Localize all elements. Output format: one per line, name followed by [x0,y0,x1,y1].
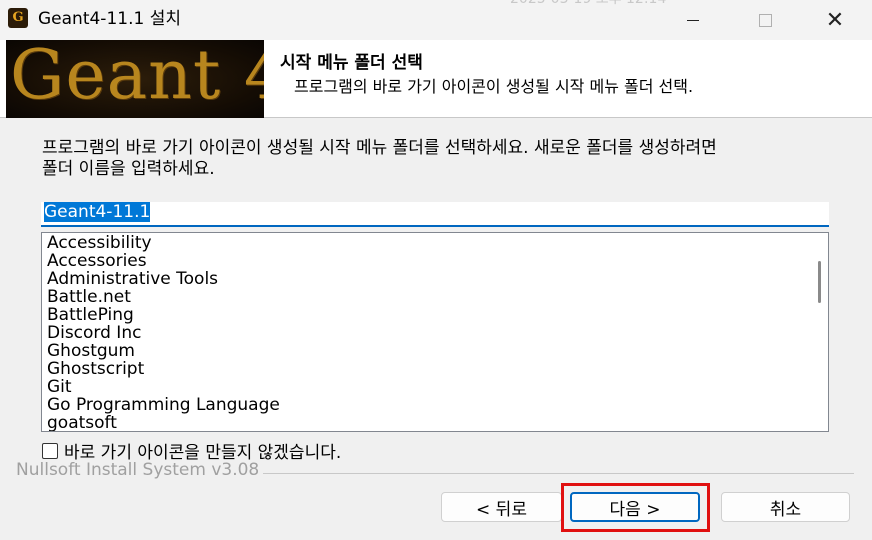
maximize-button[interactable] [736,0,794,40]
folder-list-item[interactable]: Battle.net [47,288,280,306]
folder-list-item[interactable]: Accessories [47,252,280,270]
logo-text: Geant 4 [10,40,264,115]
folder-list: Accessibility Accessories Administrative T… [47,234,280,431]
instructions-line-1: 프로그램의 바로 가기 아이콘이 생성될 시작 메뉴 폴더를 선택하세요. 새로… [42,138,717,158]
header-panel: Geant 4 시작 메뉴 폴더 선택 프로그램의 바로 가기 아이콘이 생성될… [0,40,872,118]
next-button-highlight [561,483,710,532]
no-shortcuts-checkbox[interactable] [42,442,58,459]
folder-list-item[interactable]: BattlePing [47,306,280,324]
instructions: 프로그램의 바로 가기 아이콘이 생성될 시작 메뉴 폴더를 선택하세요. 새로… [42,138,842,180]
folder-list-item[interactable]: goatsoft [47,414,280,431]
page-title: 시작 메뉴 폴더 선택 [280,53,423,73]
folder-list-item[interactable]: Ghostgum [47,342,280,360]
folder-list-item[interactable]: Go Programming Language [47,396,280,414]
geant4-logo: Geant 4 [6,40,264,118]
scrollbar-thumb[interactable] [818,261,821,303]
folder-list-item[interactable]: Accessibility [47,234,280,252]
background-window-text: 2025-03-19 오후 12:14 [510,0,666,8]
window-title: Geant4-11.1 설치 [38,9,181,29]
nsis-branding: Nullsoft Install System v3.08 [16,460,264,480]
minimize-icon [687,19,699,21]
instructions-line-2: 폴더 이름을 입력하세요. [42,159,215,179]
back-button[interactable]: < 뒤로 [441,492,562,522]
folder-list-item[interactable]: Git [47,378,280,396]
minimize-button[interactable] [664,0,722,40]
folder-listbox[interactable]: Accessibility Accessories Administrative T… [41,232,829,432]
folder-list-item[interactable]: Ghostscript [47,360,280,378]
cancel-button[interactable]: 취소 [721,492,850,522]
maximize-icon [758,13,772,27]
app-icon: G [8,8,28,28]
close-button[interactable]: ✕ [806,0,864,40]
folder-name-value: Geant4-11.1 [44,202,151,222]
title-bar: G Geant4-11.1 설치 2025-03-19 오후 12:14 ✕ [0,0,872,40]
close-icon: ✕ [825,7,845,33]
folder-name-input[interactable]: Geant4-11.1 [41,202,829,227]
list-scrollbar[interactable] [811,233,828,431]
page-subtitle: 프로그램의 바로 가기 아이콘이 생성될 시작 메뉴 폴더 선택. [294,77,694,96]
folder-list-item[interactable]: Discord Inc [47,324,280,342]
folder-list-item[interactable]: Administrative Tools [47,270,280,288]
